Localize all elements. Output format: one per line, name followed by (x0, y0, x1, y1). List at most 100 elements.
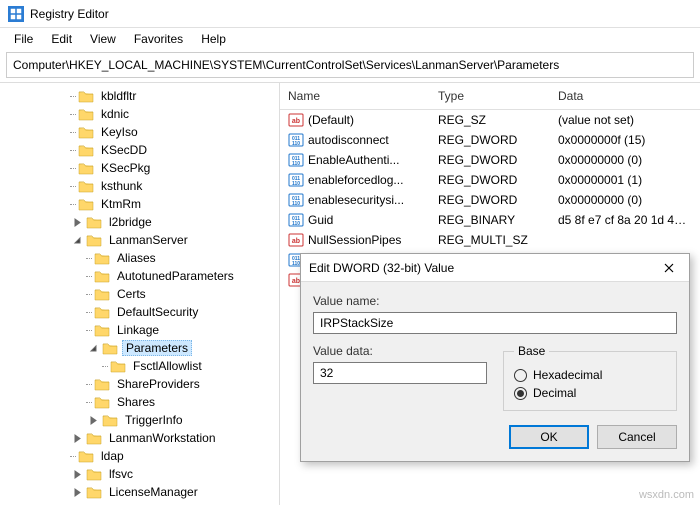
dotline-icon (84, 285, 94, 303)
tree-node[interactable]: KeyIso (0, 123, 279, 141)
tree-node[interactable]: kbldfltr (0, 87, 279, 105)
list-row[interactable]: 011110enablesecuritysi...REG_DWORD0x0000… (280, 190, 700, 210)
tree-panel[interactable]: kbldfltr kdnic KeyIsoKSecDD KSecPkg ksthunk K… (0, 83, 280, 505)
menu-file[interactable]: File (6, 30, 41, 48)
radio-icon (514, 387, 527, 400)
dialog-close-button[interactable] (657, 258, 681, 278)
tree-label: lfsvc (106, 467, 136, 481)
dialog-title-text: Edit DWORD (32-bit) Value (309, 261, 454, 275)
tree-node[interactable]: Parameters (0, 339, 279, 357)
tree-node[interactable]: kdnic (0, 105, 279, 123)
tree-label: Aliases (114, 251, 159, 265)
chevron-right-icon[interactable] (68, 213, 86, 231)
tree-node[interactable]: Shares (0, 393, 279, 411)
chevron-right-icon[interactable] (68, 483, 86, 501)
radio-hexadecimal[interactable]: Hexadecimal (514, 368, 666, 382)
tree-node[interactable]: KSecDD (0, 141, 279, 159)
tree-node[interactable]: ksthunk (0, 177, 279, 195)
menu-favorites[interactable]: Favorites (126, 30, 191, 48)
tree-label: KSecPkg (98, 161, 153, 175)
dialog-titlebar[interactable]: Edit DWORD (32-bit) Value (301, 254, 689, 282)
tree-node[interactable]: LanmanWorkstation (0, 429, 279, 447)
edit-dword-dialog: Edit DWORD (32-bit) Value Value name: Va… (300, 253, 690, 462)
tree-node[interactable]: ShareProviders (0, 375, 279, 393)
tree-label: LanmanServer (106, 233, 191, 247)
dotline-icon (84, 321, 94, 339)
tree-node[interactable]: TriggerInfo (0, 411, 279, 429)
tree-node[interactable]: lltdio (0, 501, 279, 505)
value-type: REG_MULTI_SZ (430, 233, 550, 247)
chevron-down-icon[interactable] (68, 231, 86, 249)
svg-text:110: 110 (292, 161, 300, 167)
tree-node[interactable]: ldap (0, 447, 279, 465)
dotline-icon (100, 357, 110, 375)
chevron-right-icon[interactable] (84, 411, 102, 429)
list-row[interactable]: 011110autodisconnectREG_DWORD0x0000000f … (280, 130, 700, 150)
value-type: REG_DWORD (430, 173, 550, 187)
tree-node[interactable]: FsctlAllowlist (0, 357, 279, 375)
chevron-down-icon[interactable] (84, 339, 102, 357)
tree-label: AutotunedParameters (114, 269, 237, 283)
tree-node[interactable]: lfsvc (0, 465, 279, 483)
reg-dword-icon: 011110 (288, 132, 304, 148)
folder-icon (86, 467, 102, 481)
menu-help[interactable]: Help (193, 30, 234, 48)
dotline-icon (68, 195, 78, 213)
tree-node[interactable]: Aliases (0, 249, 279, 267)
folder-icon (78, 107, 94, 121)
tree-node[interactable]: DefaultSecurity (0, 303, 279, 321)
ok-button[interactable]: OK (509, 425, 589, 449)
titlebar: Registry Editor (0, 0, 700, 28)
radio-icon (514, 369, 527, 382)
tree-label: Linkage (114, 323, 162, 337)
col-header-type[interactable]: Type (430, 83, 550, 109)
menu-edit[interactable]: Edit (43, 30, 80, 48)
tree-label: ksthunk (98, 179, 145, 193)
folder-icon (94, 287, 110, 301)
tree-label: ldap (98, 449, 127, 463)
reg-sz-icon: ab (288, 232, 304, 248)
folder-icon (78, 449, 94, 463)
list-row[interactable]: ab(Default)REG_SZ(value not set) (280, 110, 700, 130)
tree-node[interactable]: AutotunedParameters (0, 267, 279, 285)
chevron-right-icon[interactable] (68, 429, 86, 447)
menubar: File Edit View Favorites Help (0, 28, 700, 50)
address-bar[interactable]: Computer\HKEY_LOCAL_MACHINE\SYSTEM\Curre… (6, 52, 694, 78)
tree-node[interactable]: LicenseManager (0, 483, 279, 501)
value-data-field[interactable] (313, 362, 487, 384)
list-row[interactable]: 011110GuidREG_BINARYd5 8f e7 cf 8a 20 1d… (280, 210, 700, 230)
folder-icon (78, 161, 94, 175)
col-header-name[interactable]: Name (280, 83, 430, 109)
tree-node[interactable]: Certs (0, 285, 279, 303)
folder-icon (94, 377, 110, 391)
list-row[interactable]: 011110EnableAuthenti...REG_DWORD0x000000… (280, 150, 700, 170)
radio-dec-label: Decimal (533, 386, 576, 400)
menu-view[interactable]: View (82, 30, 124, 48)
close-icon (664, 263, 674, 273)
value-type: REG_BINARY (430, 213, 550, 227)
value-name-field[interactable] (313, 312, 677, 334)
tree-label: Parameters (122, 340, 192, 356)
folder-icon (86, 485, 102, 499)
tree-label: KtmRm (98, 197, 144, 211)
tree-label: LicenseManager (106, 485, 201, 499)
list-row[interactable]: abNullSessionPipesREG_MULTI_SZ (280, 230, 700, 250)
dotline-icon (84, 267, 94, 285)
tree-label: ShareProviders (114, 377, 203, 391)
folder-icon (102, 413, 118, 427)
reg-dword-icon: 011110 (288, 152, 304, 168)
tree-node[interactable]: LanmanServer (0, 231, 279, 249)
tree-node[interactable]: l2bridge (0, 213, 279, 231)
cancel-button[interactable]: Cancel (597, 425, 677, 449)
tree-node[interactable]: KSecPkg (0, 159, 279, 177)
svg-text:ab: ab (292, 278, 300, 285)
chevron-right-icon[interactable] (68, 465, 86, 483)
tree-label: kdnic (98, 107, 132, 121)
tree-node[interactable]: KtmRm (0, 195, 279, 213)
list-row[interactable]: 011110enableforcedlog...REG_DWORD0x00000… (280, 170, 700, 190)
radio-decimal[interactable]: Decimal (514, 386, 666, 400)
tree-node[interactable]: Linkage (0, 321, 279, 339)
dotline-icon (68, 177, 78, 195)
window-title: Registry Editor (30, 7, 109, 21)
col-header-data[interactable]: Data (550, 83, 700, 109)
